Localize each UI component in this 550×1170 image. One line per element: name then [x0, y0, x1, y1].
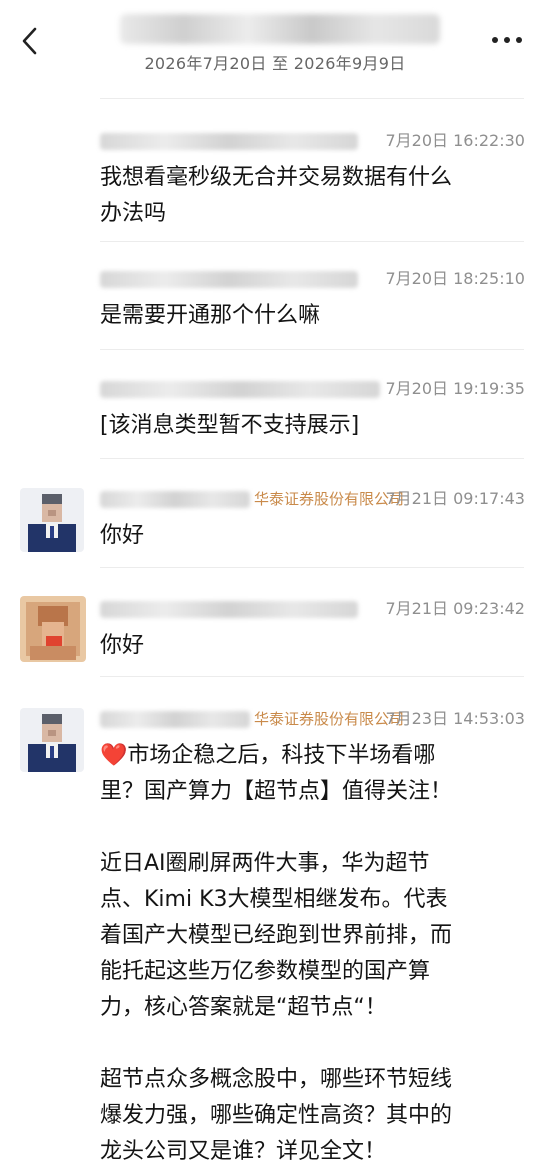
- header-divider: [100, 98, 524, 99]
- message-meta: 7月20日 19:19:35: [100, 378, 525, 402]
- message-divider: [100, 241, 524, 242]
- message-meta: 华泰证券股份有限公司 7月23日 14:53:03: [100, 708, 525, 732]
- message-text[interactable]: ❤️市场企稳之后，科技下半场看哪 里？国产算力【超节点】值得关注！ 近日AI圈刷…: [100, 738, 525, 1170]
- message-divider: [100, 567, 524, 568]
- chat-title-redacted: [120, 14, 440, 44]
- message-line: 爆发力强，哪些确定性高资？其中的: [100, 1103, 453, 1128]
- sender-company: 华泰证券股份有限公司: [254, 490, 405, 508]
- message-meta: 华泰证券股份有限公司 7月21日 09:17:43: [100, 488, 525, 512]
- sender-name-redacted: [100, 133, 358, 150]
- sender-avatar[interactable]: [20, 708, 84, 772]
- message-line: 能托起这些万亿参数模型的国产算: [100, 959, 431, 984]
- sender-name-redacted: [100, 601, 358, 618]
- heart-icon: ❤️: [100, 743, 128, 768]
- message-line: 我想看毫秒级无合并交易数据有什么: [100, 165, 453, 190]
- avatar-person-icon: [20, 708, 84, 772]
- sender-name-redacted: [100, 271, 358, 288]
- sender-company: 华泰证券股份有限公司: [254, 710, 405, 728]
- chat-message: 7月21日 09:23:42 你好: [0, 596, 550, 668]
- message-divider: [100, 458, 524, 459]
- message-text[interactable]: 你好: [100, 628, 525, 664]
- chat-message: 华泰证券股份有限公司 7月23日 14:53:03 ❤️市场企稳之后，科技下半场…: [0, 708, 550, 1164]
- message-time: 7月20日 16:22:30: [385, 131, 526, 150]
- message-time: 7月23日 14:53:03: [385, 709, 526, 728]
- sender-name-redacted: [100, 381, 380, 398]
- chat-message: 7月20日 16:22:30 我想看毫秒级无合并交易数据有什么 办法吗: [0, 130, 550, 230]
- date-range: 2026年7月20日 至 2026年9月9日: [144, 54, 406, 73]
- chat-message: 7月20日 19:19:35 [该消息类型暂不支持展示]: [0, 378, 550, 448]
- more-options-icon[interactable]: [490, 30, 524, 50]
- message-divider: [100, 349, 524, 350]
- sender-name-redacted: [100, 491, 250, 508]
- message-text[interactable]: 我想看毫秒级无合并交易数据有什么 办法吗: [100, 160, 525, 232]
- message-line: 办法吗: [100, 201, 167, 226]
- message-line: 力，核心答案就是“超节点“！: [100, 995, 387, 1020]
- avatar-person-icon: [20, 488, 84, 552]
- message-line: 超节点众多概念股中，哪些环节短线: [100, 1067, 453, 1092]
- message-meta: 7月21日 09:23:42: [100, 598, 525, 622]
- message-time: 7月21日 09:23:42: [385, 599, 526, 618]
- message-line: 近日AI圈刷屏两件大事，华为超节: [100, 851, 430, 876]
- message-line: 你好: [100, 633, 145, 658]
- message-line: [该消息类型暂不支持展示]: [100, 413, 360, 438]
- message-meta: 7月20日 16:22:30: [100, 130, 525, 154]
- message-line: 里？国产算力【超节点】值得关注！: [100, 779, 453, 804]
- message-line: 是需要开通那个什么嘛: [100, 303, 321, 328]
- message-text[interactable]: 是需要开通那个什么嘛: [100, 298, 525, 334]
- message-meta: 7月20日 18:25:10: [100, 268, 525, 292]
- message-text[interactable]: [该消息类型暂不支持展示]: [100, 408, 525, 444]
- message-line: 你好: [100, 523, 145, 548]
- message-line: ❤️市场企稳之后，科技下半场看哪: [100, 743, 436, 768]
- chat-message: 华泰证券股份有限公司 7月21日 09:17:43 你好: [0, 488, 550, 558]
- header-bar: 2026年7月20日 至 2026年9月9日: [0, 0, 550, 80]
- message-time: 7月20日 19:19:35: [385, 379, 526, 398]
- message-line: 龙头公司又是谁？详见全文！: [100, 1139, 387, 1164]
- message-divider: [100, 676, 524, 677]
- message-time: 7月20日 18:25:10: [385, 269, 526, 288]
- message-line: 点、Kimi K3大模型相继发布。代表: [100, 887, 448, 912]
- sender-avatar[interactable]: [20, 488, 84, 552]
- sender-name-redacted: [100, 711, 250, 728]
- avatar-person-icon: [20, 596, 86, 662]
- chat-message: 7月20日 18:25:10 是需要开通那个什么嘛: [0, 268, 550, 338]
- message-time: 7月21日 09:17:43: [385, 489, 526, 508]
- message-text[interactable]: 你好: [100, 518, 525, 554]
- sender-avatar[interactable]: [20, 596, 86, 662]
- message-line: 着国产大模型已经跑到世界前排，而: [100, 923, 453, 948]
